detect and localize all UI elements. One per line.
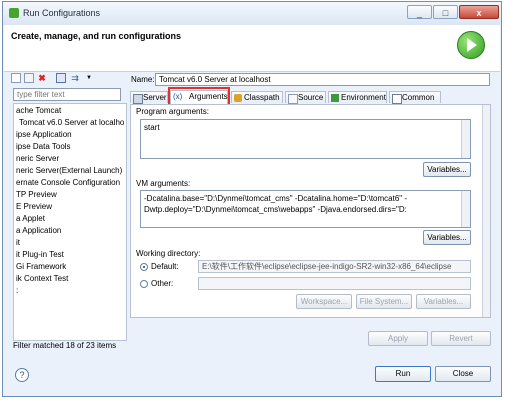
header-text: Create, manage, and run configurations [11,31,182,41]
tree-item[interactable]: ernate Console Configuration [16,177,120,189]
default-working-directory: E:\软件\工作软件\eclipse\eclipse-jee-indigo-SR… [198,260,471,273]
revert-button[interactable]: Revert [431,331,491,346]
tab-classpath[interactable]: Classpath [231,91,283,103]
working-directory-label: Working directory: [136,249,201,258]
tab-server[interactable]: Server [130,91,168,104]
tree-item[interactable]: ipse Application [16,129,72,141]
close-button[interactable]: Close [435,366,491,382]
tree-item[interactable]: it Plug-in Test [16,249,64,261]
delete-icon[interactable]: ✖ [37,73,47,83]
other-radio[interactable] [140,280,148,288]
maximize-button[interactable]: □ [433,5,458,19]
window-title: Run Configurations [23,8,101,18]
tree-item[interactable]: neric Server(External Launch) [16,165,122,177]
name-label: Name: [131,75,155,84]
filter-icon[interactable]: ⇉ [70,73,80,83]
arguments-panel: Program arguments: start Variables... VM… [130,104,491,318]
tab-source[interactable]: Source [285,91,326,104]
minimize-button[interactable]: _ [407,5,432,19]
common-icon [392,94,402,104]
tree-item[interactable]: Tomcat v6.0 Server at localho [19,117,124,129]
title-bar[interactable]: Run Configurations _ □ x [3,2,501,25]
tree-item[interactable]: Gi Framework [16,261,66,273]
other-label: Other: [151,279,174,288]
program-arguments-scrollbar[interactable] [461,120,470,158]
workspace-button[interactable]: Workspace... [296,294,352,309]
filter-status: Filter matched 18 of 23 items [13,341,117,350]
tree-item[interactable]: ache Tomcat [16,105,61,117]
run-button[interactable]: Run [375,366,431,382]
program-arguments-field[interactable]: start [140,119,471,159]
tab-environment[interactable]: Environment [328,91,387,103]
filter-input[interactable] [13,88,121,101]
file-system-button[interactable]: File System... [356,294,412,309]
classpath-icon [234,94,242,102]
vm-arguments-line-2: Dwtp.deploy="D:\Dynmei\tomcat_cms\webapp… [144,205,407,214]
tree-item[interactable]: ipse Data Tools [16,141,71,153]
tree-item[interactable]: it [16,237,20,249]
help-icon[interactable]: ? [15,368,29,382]
close-window-button[interactable]: x [459,5,499,19]
vm-arguments-scrollbar[interactable] [461,191,470,227]
dialog-header: Create, manage, and run configurations [4,25,500,72]
configuration-list-pane: ✖ ⇉ ▼ ache Tomcat Tomcat v6.0 Server at … [8,70,127,355]
collapse-all-icon[interactable] [56,73,66,83]
run-configurations-window: Run Configurations _ □ x Create, manage,… [2,1,502,397]
run-icon [457,31,485,59]
app-icon [9,8,19,18]
tree-item[interactable]: TP Preview [16,189,57,201]
variables-button-working-dir[interactable]: Variables... [416,294,471,309]
configuration-editor: Name: Tomcat v6.0 Server at localhost Se… [127,70,495,356]
tab-common[interactable]: Common [389,91,441,104]
panel-scrollbar[interactable] [482,105,490,317]
program-arguments-text: start [144,123,160,132]
default-radio[interactable] [140,263,148,271]
vm-arguments-label: VM arguments: [136,179,191,188]
new-configuration-icon[interactable] [11,73,21,83]
configuration-tree[interactable]: ache Tomcat Tomcat v6.0 Server at localh… [13,103,127,341]
source-icon [288,94,298,104]
vm-arguments-field[interactable]: -Dcatalina.base="D:\Dynmei\tomcat_cms" -… [140,190,471,228]
tree-item[interactable]: : [16,285,18,297]
name-input[interactable]: Tomcat v6.0 Server at localhost [155,73,490,86]
tree-item[interactable]: a Applet [16,213,45,225]
chevron-down-icon[interactable]: ▼ [84,73,94,83]
default-label: Default: [151,262,179,271]
program-arguments-label: Program arguments: [136,107,209,116]
tree-item[interactable]: a Application [16,225,61,237]
tree-item[interactable]: ik Context Test [16,273,68,285]
vm-arguments-line-1: -Dcatalina.base="D:\Dynmei\tomcat_cms" -… [144,194,408,203]
variables-button-vm[interactable]: Variables... [423,230,471,245]
variables-button-program[interactable]: Variables... [423,162,471,177]
environment-icon [331,94,339,102]
tree-item[interactable]: E Preview [16,201,52,213]
apply-button[interactable]: Apply [368,331,428,346]
server-icon [133,94,143,104]
other-working-directory-input[interactable] [198,277,471,290]
left-toolbar: ✖ ⇉ ▼ [11,73,121,85]
tree-item[interactable]: neric Server [16,153,59,165]
duplicate-icon[interactable] [24,73,34,83]
